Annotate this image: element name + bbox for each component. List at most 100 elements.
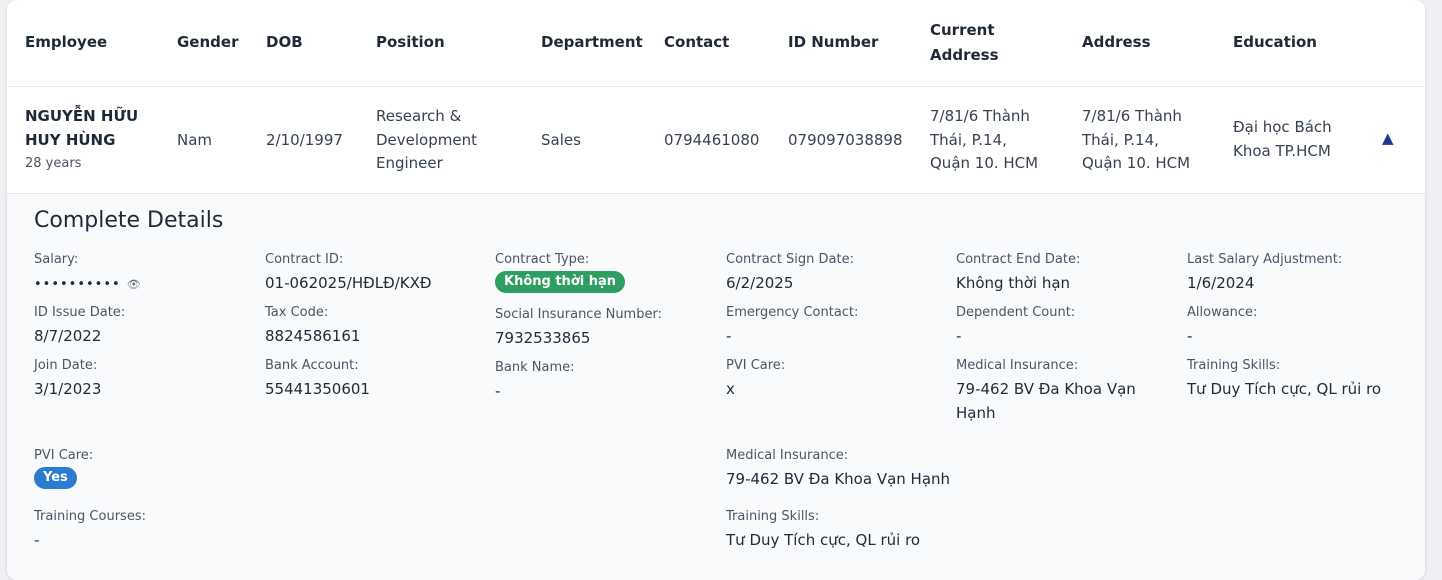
- pvi-care-badge: Yes: [34, 467, 77, 489]
- details-panel: Complete Details Salary: •••••••••• 👁 Con…: [7, 194, 1425, 580]
- join-date-field: Join Date: 3/1/2023: [34, 358, 249, 401]
- details-title: Complete Details: [34, 208, 224, 233]
- id-issue-date-label: ID Issue Date:: [34, 305, 126, 320]
- contract-sign-date-field: Contract Sign Date: 6/2/2025: [726, 252, 941, 295]
- pvi-care-secondary-label: PVI Care:: [34, 448, 94, 463]
- pvi-care-field: PVI Care: x: [726, 358, 941, 401]
- education-line1: Đại học Bách: [1233, 118, 1332, 136]
- header-dob[interactable]: DOB: [266, 30, 303, 55]
- current-address-cell: 7/81/6 Thành Thái, P.14, Quận 10. HCM: [930, 105, 1038, 176]
- employee-age: 28 years: [25, 156, 82, 171]
- contract-type-field: Contract Type: Không thời hạn: [495, 252, 710, 293]
- join-date-value: 3/1/2023: [34, 380, 102, 398]
- collapse-toggle-icon[interactable]: ▲: [1382, 129, 1394, 147]
- last-salary-adjustment-field: Last Salary Adjustment: 1/6/2024: [1187, 252, 1402, 295]
- header-education[interactable]: Education: [1233, 30, 1317, 55]
- pvi-care-secondary-field: PVI Care: Yes: [34, 448, 249, 489]
- last-salary-adjustment-label: Last Salary Adjustment:: [1187, 252, 1343, 267]
- emergency-contact-label: Emergency Contact:: [726, 305, 859, 320]
- medical-insurance-line1: 79-462 BV Đa Khoa Vạn: [956, 380, 1136, 398]
- header-id-number[interactable]: ID Number: [788, 30, 878, 55]
- bank-account-value: 55441350601: [265, 380, 370, 398]
- emergency-contact-value: -: [726, 327, 732, 345]
- contract-id-label: Contract ID:: [265, 252, 344, 267]
- current-address-line2: Thái, P.14,: [930, 130, 1007, 149]
- bank-name-label: Bank Name:: [495, 360, 575, 375]
- training-skills-secondary-field: Training Skills: Tư Duy Tích cực, QL rủi…: [726, 509, 1126, 552]
- address-cell: 7/81/6 Thành Thái, P.14, Quận 10. HCM: [1082, 105, 1190, 176]
- training-skills-label: Training Skills:: [1187, 358, 1281, 373]
- eye-icon[interactable]: 👁: [127, 278, 141, 291]
- header-contact[interactable]: Contact: [664, 30, 729, 55]
- salary-value-wrap: •••••••••• 👁: [34, 271, 249, 297]
- pvi-care-label: PVI Care:: [726, 358, 786, 373]
- training-skills-field: Training Skills: Tư Duy Tích cực, QL rủi…: [1187, 358, 1402, 401]
- contract-end-date-field: Contract End Date: Không thời hạn: [956, 252, 1171, 295]
- current-address-line1: 7/81/6 Thành: [930, 107, 1030, 125]
- header-employee[interactable]: Employee: [25, 30, 107, 55]
- training-skills-secondary-value: Tư Duy Tích cực, QL rủi ro: [726, 531, 921, 549]
- contract-sign-date-value: 6/2/2025: [726, 274, 794, 292]
- medical-insurance-field: Medical Insurance: 79-462 BV Đa Khoa Vạn…: [956, 358, 1171, 425]
- join-date-label: Join Date:: [34, 358, 98, 373]
- table-row[interactable]: NGUYỄN HỮU HUY HÙNG 28 years Nam 2/10/19…: [7, 87, 1425, 194]
- training-courses-label: Training Courses:: [34, 509, 146, 524]
- bank-name-field: Bank Name: -: [495, 360, 710, 403]
- employee-name-line1: NGUYỄN HỮU: [25, 107, 139, 125]
- address-line1: 7/81/6 Thành: [1082, 107, 1182, 125]
- employee-table-card: Employee Gender DOB Position Department …: [7, 0, 1425, 580]
- medical-insurance-value: 79-462 BV Đa Khoa Vạn Hạnh: [956, 377, 1171, 425]
- salary-masked-value: ••••••••••: [34, 277, 121, 292]
- education-cell: Đại học Bách Khoa TP.HCM: [1233, 116, 1332, 163]
- id-issue-date-value: 8/7/2022: [34, 327, 102, 345]
- table-header: Employee Gender DOB Position Department …: [7, 0, 1425, 87]
- allowance-value: -: [1187, 327, 1193, 345]
- header-gender[interactable]: Gender: [177, 30, 238, 55]
- allowance-field: Allowance: -: [1187, 305, 1402, 348]
- bank-account-field: Bank Account: 55441350601: [265, 358, 480, 401]
- dependent-count-label: Dependent Count:: [956, 305, 1076, 320]
- training-courses-field: Training Courses: -: [34, 509, 249, 552]
- tax-code-label: Tax Code:: [265, 305, 329, 320]
- id-number-cell: 079097038898: [788, 131, 903, 149]
- contract-end-date-label: Contract End Date:: [956, 252, 1081, 267]
- salary-field: Salary: •••••••••• 👁: [34, 252, 249, 297]
- header-address[interactable]: Address: [1082, 30, 1151, 55]
- position-line3: Engineer: [376, 154, 443, 172]
- medical-insurance-secondary-value: 79-462 BV Đa Khoa Vạn Hạnh: [726, 470, 951, 488]
- position-line2: Development: [376, 130, 477, 149]
- social-insurance-field: Social Insurance Number: 7932533865: [495, 307, 710, 350]
- current-address-line3: Quận 10. HCM: [930, 154, 1039, 172]
- pvi-care-value: x: [726, 380, 735, 398]
- header-current-address[interactable]: Current Address: [930, 18, 999, 68]
- last-salary-adjustment-value: 1/6/2024: [1187, 274, 1255, 292]
- salary-label: Salary:: [34, 252, 79, 267]
- address-line3: Quận 10. HCM: [1082, 154, 1191, 172]
- contact-cell: 0794461080: [664, 131, 760, 149]
- medical-insurance-secondary-label: Medical Insurance:: [726, 448, 849, 463]
- social-insurance-label: Social Insurance Number:: [495, 307, 662, 322]
- bank-name-value: -: [495, 382, 501, 400]
- dependent-count-value: -: [956, 327, 962, 345]
- training-courses-value: -: [34, 531, 40, 549]
- medical-insurance-label: Medical Insurance:: [956, 358, 1079, 373]
- gender-cell: Nam: [177, 131, 213, 149]
- training-skills-value: Tư Duy Tích cực, QL rủi ro: [1187, 380, 1382, 398]
- social-insurance-value: 7932533865: [495, 329, 591, 347]
- training-skills-secondary-label: Training Skills:: [726, 509, 820, 524]
- education-line2: Khoa TP.HCM: [1233, 141, 1331, 160]
- medical-insurance-line2: Hạnh: [956, 404, 996, 422]
- dob-cell: 2/10/1997: [266, 131, 343, 149]
- tax-code-value: 8824586161: [265, 327, 361, 345]
- address-line2: Thái, P.14,: [1082, 130, 1159, 149]
- contract-id-field: Contract ID: 01-062025/HĐLĐ/KXĐ: [265, 252, 480, 295]
- header-department[interactable]: Department: [541, 30, 643, 55]
- contract-id-value: 01-062025/HĐLĐ/KXĐ: [265, 274, 432, 292]
- employee-name-line2: HUY HÙNG: [25, 130, 116, 149]
- header-position[interactable]: Position: [376, 30, 445, 55]
- contract-sign-date-label: Contract Sign Date:: [726, 252, 854, 267]
- header-current-address-line2: Address: [930, 46, 999, 64]
- department-cell: Sales: [541, 131, 581, 149]
- dependent-count-field: Dependent Count: -: [956, 305, 1171, 348]
- tax-code-field: Tax Code: 8824586161: [265, 305, 480, 348]
